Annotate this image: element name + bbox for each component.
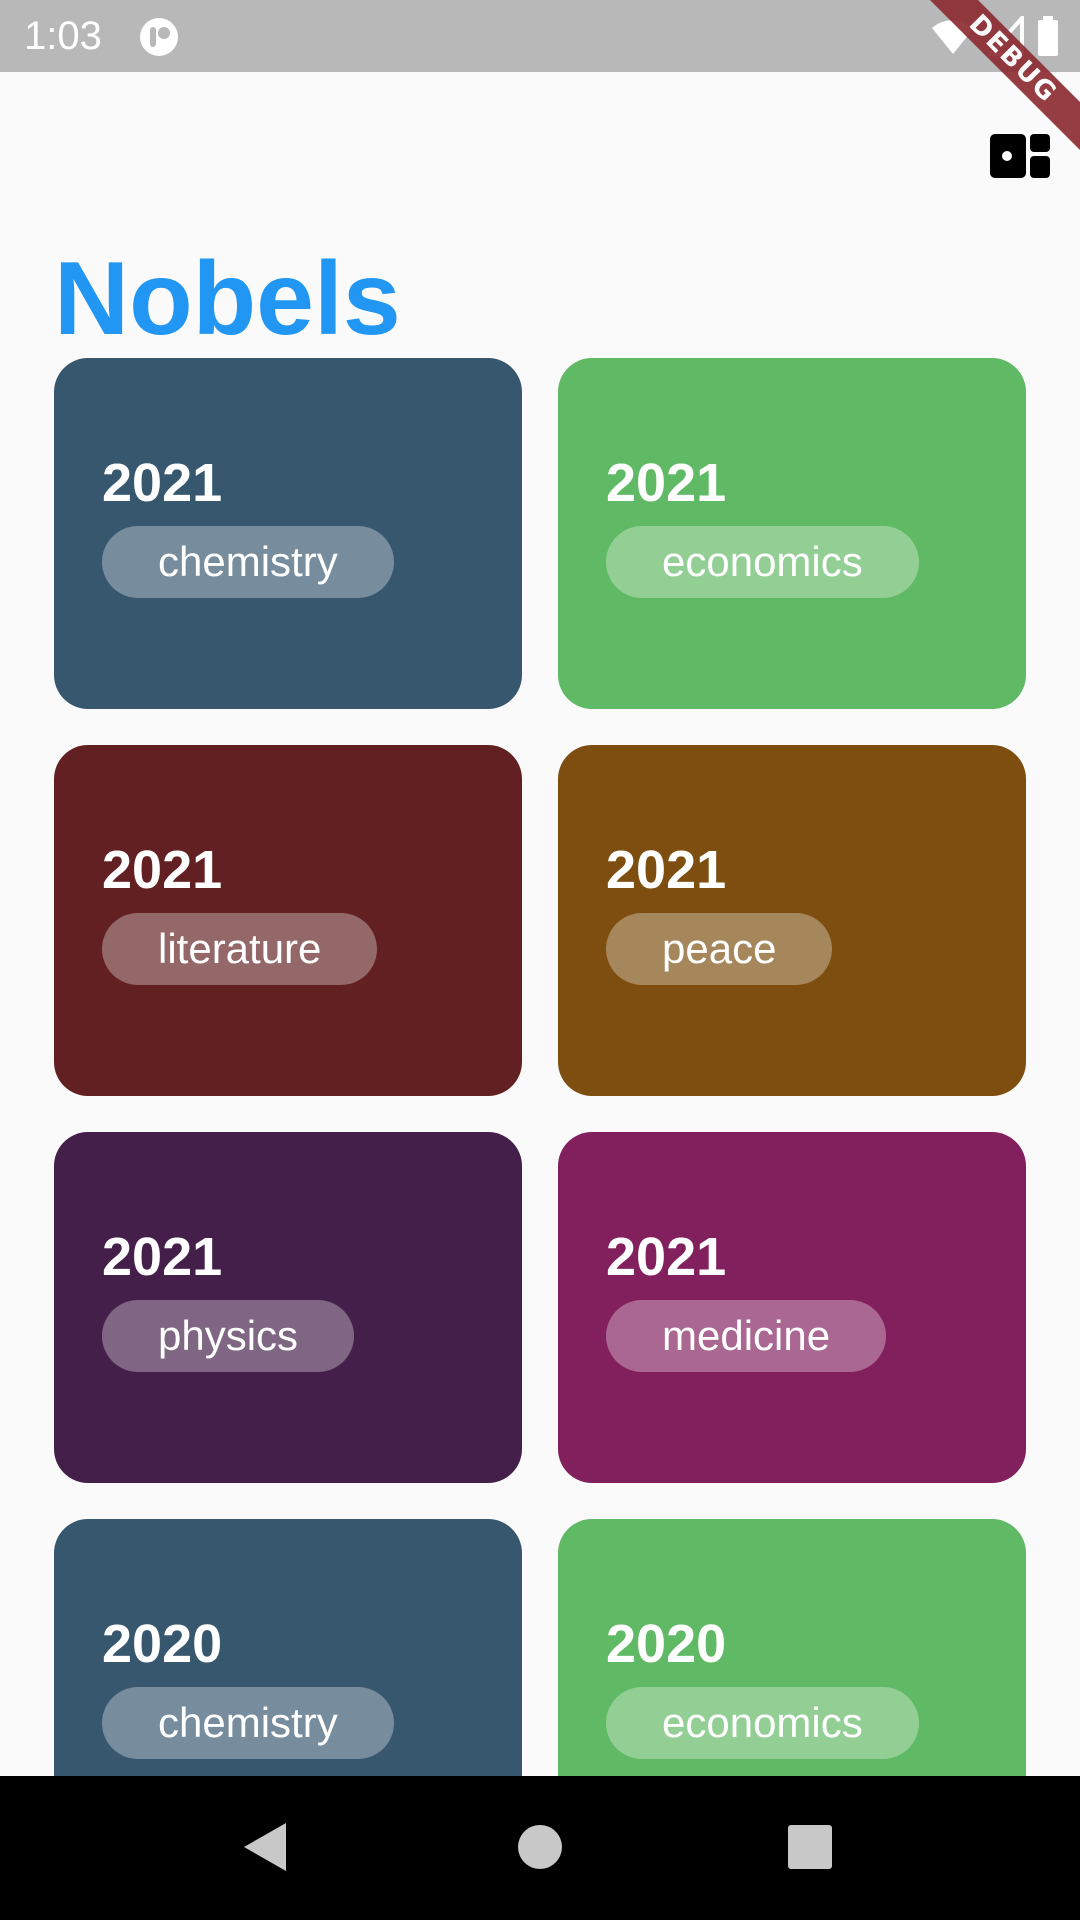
- status-bar: 1:03: [0, 0, 1080, 72]
- card-year: 2020: [102, 1614, 223, 1674]
- prize-card[interactable]: 2021 medicine: [558, 1132, 1026, 1483]
- card-category-chip: peace: [606, 913, 833, 985]
- card-category-chip: chemistry: [102, 1687, 394, 1759]
- status-icons: [930, 14, 1060, 58]
- card-category-chip: physics: [102, 1300, 355, 1372]
- app-notification-icon: [140, 18, 178, 56]
- dashboard-icon[interactable]: [990, 134, 1050, 178]
- prize-grid: 2021 chemistry 2021 economics 2021 liter…: [54, 358, 1026, 1870]
- prize-card[interactable]: 2021 peace: [558, 745, 1026, 1096]
- battery-icon: [1038, 16, 1058, 56]
- card-category-chip: economics: [606, 1687, 919, 1759]
- card-year: 2021: [606, 453, 727, 513]
- card-category-chip: chemistry: [102, 526, 394, 598]
- page-title: Nobels: [54, 241, 401, 357]
- recents-icon[interactable]: [775, 1812, 845, 1882]
- signal-icon: [988, 16, 1024, 56]
- status-time: 1:03: [24, 14, 102, 58]
- prize-card[interactable]: 2021 physics: [54, 1132, 522, 1483]
- card-year: 2021: [102, 840, 223, 900]
- card-year: 2021: [606, 840, 727, 900]
- prize-card[interactable]: 2021 economics: [558, 358, 1026, 709]
- wifi-icon: [932, 20, 974, 54]
- card-category-chip: medicine: [606, 1300, 887, 1372]
- card-category-chip: literature: [102, 913, 378, 985]
- home-icon[interactable]: [505, 1812, 575, 1882]
- prize-card[interactable]: 2021 literature: [54, 745, 522, 1096]
- card-year: 2021: [102, 1227, 223, 1287]
- navigation-bar: [0, 1776, 1080, 1920]
- card-year: 2021: [606, 1227, 727, 1287]
- screen: 1:03 DEBUG Nobels 2021 chemistry 2021 ec…: [0, 0, 1080, 1920]
- card-year: 2021: [102, 453, 223, 513]
- back-icon[interactable]: [230, 1812, 300, 1882]
- card-category-chip: economics: [606, 526, 919, 598]
- card-year: 2020: [606, 1614, 727, 1674]
- prize-card[interactable]: 2021 chemistry: [54, 358, 522, 709]
